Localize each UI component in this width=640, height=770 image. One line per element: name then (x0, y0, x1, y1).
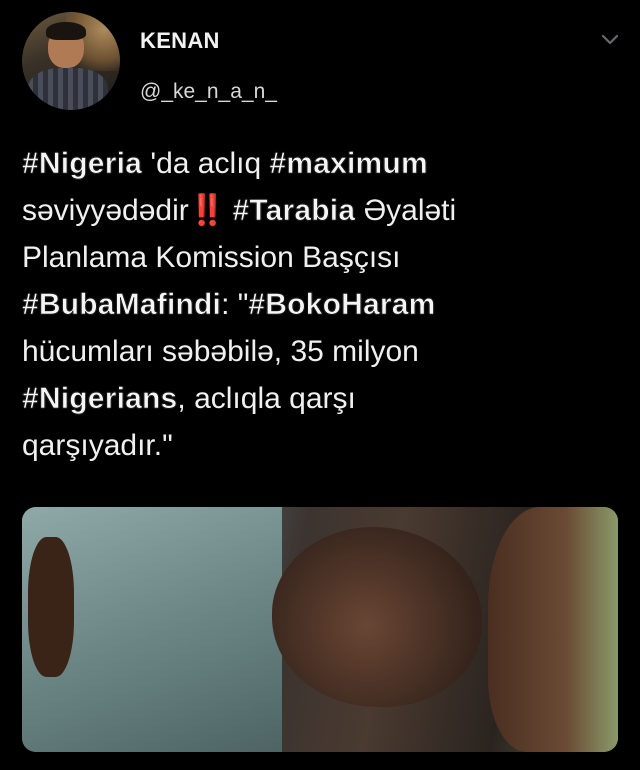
hashtag-link[interactable]: #BubaMafindi (22, 288, 221, 322)
tweet-text-line: #Nigeria 'da aclıq #maximum (22, 140, 622, 187)
tweet-text-line: #BubaMafindi: "#BokoHaram (22, 281, 622, 328)
tweet-text-segment: 'da aclıq (142, 147, 270, 180)
chevron-down-icon[interactable] (600, 30, 620, 50)
tweet-text-line: #Nigerians, aclıqla qarşı (22, 375, 622, 422)
hashtag-link[interactable]: #Nigeria (22, 147, 142, 181)
tweet-text-line: hücumları səbəbilə, 35 milyon (22, 328, 622, 375)
display-name[interactable]: KENAN (140, 28, 220, 54)
tweet-text-segment: Planlama Komission Başçısı (22, 241, 401, 274)
avatar-shirt (28, 68, 108, 110)
media-child-face (272, 527, 482, 707)
tweet-text-segment: Əyaləti (355, 194, 457, 227)
tweet-text-segment: , aclıqla qarşı (177, 382, 356, 415)
tweet: KENAN @_ke_n_a_n_ #Nigeria 'da aclıq #ma… (0, 0, 640, 770)
media-hand-right (488, 507, 618, 752)
double-exclamation-emoji: ‼️ (188, 194, 226, 227)
tweet-text-line: Planlama Komission Başçısı (22, 234, 622, 281)
tweet-text-segment: qarşıyadır." (22, 429, 173, 462)
chevron-down-icon-svg (601, 34, 619, 45)
hashtag-link[interactable]: #Tarabia (232, 194, 355, 228)
tweet-text-segment: hücumları səbəbilə, 35 milyon (22, 335, 419, 368)
tweet-text-segment: səviyyədədir (22, 194, 189, 227)
hashtag-link[interactable]: #Nigerians (22, 382, 178, 416)
tweet-text: #Nigeria 'da aclıq #maximum səviyyədədir‼… (22, 140, 622, 469)
user-handle[interactable]: @_ke_n_a_n_ (140, 80, 277, 104)
avatar[interactable] (22, 12, 120, 110)
tweet-media-image[interactable] (22, 507, 618, 752)
avatar-hair (46, 22, 86, 40)
tweet-text-segment: : " (221, 288, 249, 321)
tweet-text-line: qarşıyadır." (22, 422, 622, 469)
hashtag-link[interactable]: #maximum (269, 147, 428, 181)
hashtag-link[interactable]: #BokoHaram (248, 288, 435, 322)
tweet-text-line: səviyyədədir‼️ #Tarabia Əyaləti (22, 187, 622, 234)
media-hand-left (28, 537, 74, 677)
